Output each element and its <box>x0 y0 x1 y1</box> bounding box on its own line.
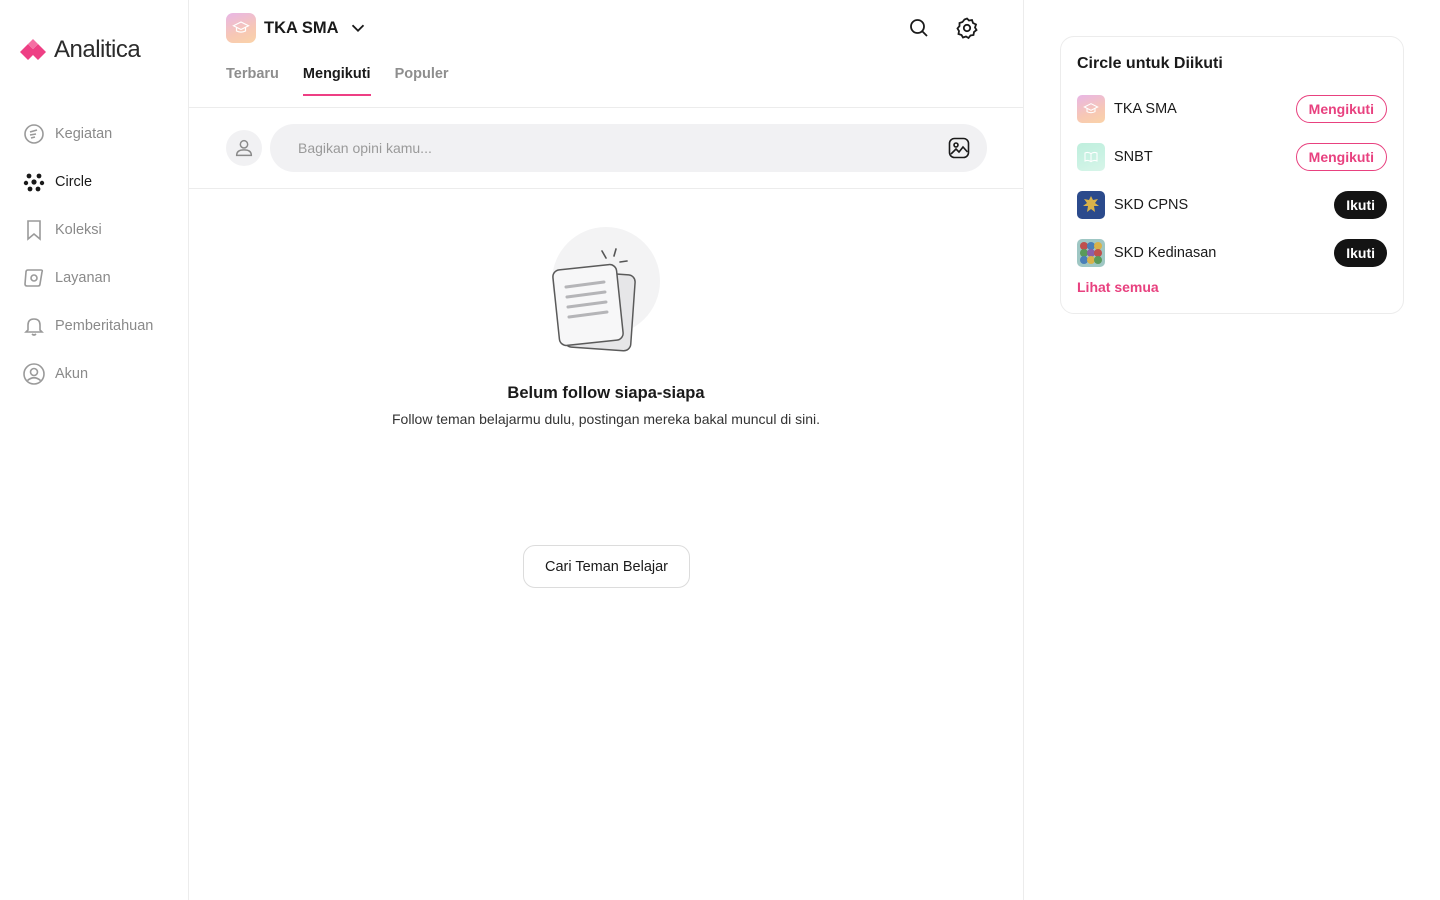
sidebar-item-pemberitahuan[interactable]: Pemberitahuan <box>22 302 182 350</box>
skd-kedinasan-avatar <box>1077 239 1105 267</box>
composer-divider <box>189 188 1023 189</box>
avatar <box>226 130 262 166</box>
circle-avatar <box>226 13 256 43</box>
follow-button[interactable]: Ikuti <box>1334 239 1387 267</box>
institution-logos-icon <box>1080 242 1102 264</box>
sidebar-item-label: Layanan <box>55 270 111 286</box>
activity-icon <box>24 124 44 144</box>
open-book-icon <box>1084 151 1098 163</box>
opinion-input[interactable] <box>270 124 987 172</box>
service-icon <box>24 269 44 287</box>
user-circle-icon <box>23 363 45 385</box>
feed-tabs: Terbaru Mengikuti Populer <box>226 66 449 96</box>
see-all-link[interactable]: Lihat semua <box>1077 279 1387 295</box>
skd-cpns-avatar <box>1077 191 1105 219</box>
sidebar-nav: Kegiatan Circle Koleksi Layanan Pemberit… <box>22 110 182 398</box>
following-button[interactable]: Mengikuti <box>1295 143 1387 171</box>
suggested-circles-panel: Circle untuk Diikuti TKA SMA Mengikuti S… <box>1060 36 1404 314</box>
circle-suggestion-row: TKA SMA Mengikuti <box>1077 85 1387 133</box>
garuda-emblem-icon <box>1083 196 1099 212</box>
panel-title: Circle untuk Diikuti <box>1077 55 1223 72</box>
sidebar-item-circle[interactable]: Circle <box>22 158 182 206</box>
search-icon[interactable] <box>907 16 931 40</box>
bell-icon <box>24 318 44 336</box>
tab-mengikuti[interactable]: Mengikuti <box>302 66 371 96</box>
follow-button[interactable]: Ikuti <box>1334 191 1387 219</box>
tka-sma-avatar <box>1077 95 1105 123</box>
sidebar-item-label: Kegiatan <box>55 126 113 142</box>
app-name: Analitica <box>54 36 141 63</box>
tabs-divider <box>189 107 1023 108</box>
empty-state-title: Belum follow siapa-siapa <box>507 384 705 402</box>
snbt-avatar <box>1077 143 1105 171</box>
circle-suggestion-row: SNBT Mengikuti <box>1077 133 1387 181</box>
sidebar-item-kegiatan[interactable]: Kegiatan <box>22 110 182 158</box>
circle-name: SKD Kedinasan <box>1114 245 1217 261</box>
sidebar-item-koleksi[interactable]: Koleksi <box>22 206 182 254</box>
graduation-cap-icon <box>1083 103 1099 114</box>
graduation-cap-icon <box>232 21 250 33</box>
circle-name: TKA SMA <box>1114 101 1177 117</box>
sidebar: Analitica Kegiatan Circle Koleksi Layana… <box>0 0 189 900</box>
empty-documents-icon <box>552 227 660 352</box>
following-button[interactable]: Mengikuti <box>1295 95 1387 123</box>
sidebar-item-label: Koleksi <box>55 222 102 238</box>
find-study-friends-button[interactable]: Cari Teman Belajar <box>523 545 690 588</box>
circle-name: SKD CPNS <box>1114 197 1189 213</box>
tab-terbaru[interactable]: Terbaru <box>226 66 279 96</box>
circle-name: TKA SMA <box>264 18 339 37</box>
sidebar-item-label: Pemberitahuan <box>55 318 154 334</box>
sidebar-item-akun[interactable]: Akun <box>22 350 182 398</box>
tab-populer[interactable]: Populer <box>395 66 449 96</box>
circle-suggestion-row: SKD Kedinasan Ikuti <box>1077 229 1387 277</box>
sidebar-item-label: Circle <box>55 174 93 190</box>
app-logo[interactable]: Analitica <box>18 36 141 64</box>
gear-icon[interactable] <box>955 16 979 40</box>
circle-suggestion-row: SKD CPNS Ikuti <box>1077 181 1387 229</box>
empty-state-description: Follow teman belajarmu dulu, postingan m… <box>392 411 820 427</box>
analitica-logo-icon <box>20 39 46 60</box>
sidebar-item-label: Akun <box>55 366 89 382</box>
post-composer <box>226 124 987 172</box>
user-icon <box>235 139 253 157</box>
main-feed: TKA SMA Terbaru Mengikuti Populer Belum … <box>189 0 1024 900</box>
sidebar-item-layanan[interactable]: Layanan <box>22 254 182 302</box>
image-upload-icon[interactable] <box>947 136 971 160</box>
bookmark-icon <box>27 220 41 241</box>
circle-name: SNBT <box>1114 149 1153 165</box>
circle-selector[interactable]: TKA SMA <box>226 13 369 43</box>
circle-dots-icon <box>23 173 45 192</box>
chevron-down-icon[interactable] <box>347 17 369 39</box>
